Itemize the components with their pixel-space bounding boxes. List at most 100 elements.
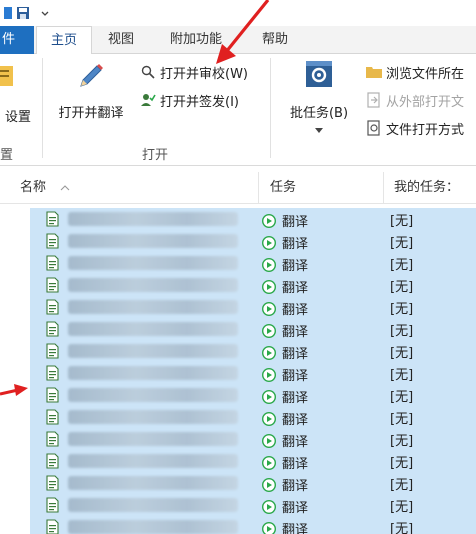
open-signoff-button[interactable]: 打开并签发(I) xyxy=(140,90,239,110)
tab-help[interactable]: 帮助 xyxy=(254,26,296,54)
play-icon xyxy=(261,213,277,228)
file-name-redacted xyxy=(68,410,238,424)
play-icon xyxy=(261,499,277,514)
my-task-cell: [无] xyxy=(390,302,414,317)
list-item[interactable]: 翻译 [无] xyxy=(30,384,476,406)
my-task-cell: [无] xyxy=(390,236,414,251)
list-item[interactable]: 翻译 [无] xyxy=(30,230,476,252)
browse-folder-label: 浏览文件所在 xyxy=(386,66,465,82)
task-cell: 翻译 xyxy=(262,519,308,534)
batch-tasks-button[interactable]: 批任务(B) xyxy=(282,60,356,138)
external-file-icon xyxy=(366,92,382,108)
my-task-cell: [无] xyxy=(390,390,414,405)
task-label: 翻译 xyxy=(282,347,309,362)
my-task-cell: [无] xyxy=(390,324,414,339)
ribbon: 设置 置 打开并翻译 打开并审校(W) 打开并签发(I) 打开 批任务(B) 浏… xyxy=(0,54,476,166)
document-icon xyxy=(46,277,59,297)
list-item[interactable]: 翻译 [无] xyxy=(30,516,476,534)
task-label: 翻译 xyxy=(282,523,309,534)
batch-tasks-label: 批任务(B) xyxy=(289,106,349,121)
task-cell: 翻译 xyxy=(261,299,308,318)
list-item[interactable]: 翻译 [无] xyxy=(30,340,476,362)
file-list: 翻译 [无] 翻译 [无] 翻译 [无] 翻译 [无] 翻译 [无] 翻译 [无] 翻译 [无] 翻译 [无]… xyxy=(0,208,476,534)
list-item[interactable]: 翻译 [无] xyxy=(30,428,476,450)
document-icon xyxy=(46,431,59,451)
play-icon xyxy=(261,389,277,404)
my-task-cell: [无] xyxy=(390,368,414,383)
list-item[interactable]: 翻译 [无] xyxy=(30,318,476,340)
open-external-button[interactable]: 从外部打开文 xyxy=(366,90,464,110)
save-icon[interactable] xyxy=(14,4,32,22)
column-task-label: 任务 xyxy=(270,180,297,195)
task-label: 翻译 xyxy=(282,413,309,428)
task-label: 翻译 xyxy=(282,457,309,472)
quick-access-dropdown-icon[interactable] xyxy=(36,4,54,22)
task-cell: 翻译 xyxy=(261,211,309,230)
sort-ascending-icon xyxy=(60,180,70,195)
my-task-cell: [无] xyxy=(390,258,414,273)
tab-addins[interactable]: 附加功能 xyxy=(162,26,230,54)
task-cell: 翻译 xyxy=(261,475,309,494)
play-icon xyxy=(261,345,277,360)
column-header-name[interactable]: 名称 xyxy=(20,172,46,204)
open-translate-button[interactable]: 打开并翻译 xyxy=(50,60,132,121)
file-name-redacted xyxy=(68,322,238,336)
list-item[interactable]: 翻译 [无] xyxy=(30,208,476,230)
task-label: 翻译 xyxy=(282,281,309,296)
task-label: 翻译 xyxy=(282,479,309,494)
open-review-button[interactable]: 打开并审校(W) xyxy=(140,62,248,82)
settings-button-label: 设置 xyxy=(4,110,31,125)
list-item[interactable]: 翻译 [无] xyxy=(30,494,476,516)
task-cell: 翻译 xyxy=(261,431,309,450)
file-name-redacted xyxy=(68,212,238,226)
open-external-label: 从外部打开文 xyxy=(386,94,465,110)
list-item[interactable]: 翻译 [无] xyxy=(30,274,476,296)
list-item[interactable]: 翻译 [无] xyxy=(30,472,476,494)
play-icon xyxy=(261,257,277,272)
tab-file[interactable]: 件 xyxy=(0,26,34,54)
task-cell: 翻译 xyxy=(261,387,308,406)
file-name-redacted xyxy=(68,520,238,534)
task-label: 翻译 xyxy=(282,215,309,230)
play-icon xyxy=(261,301,277,316)
dropdown-arrow-icon xyxy=(315,123,323,138)
list-item[interactable]: 翻译 [无] xyxy=(30,362,476,384)
folder-icon xyxy=(366,64,382,80)
list-item[interactable]: 翻译 [无] xyxy=(30,252,476,274)
list-item[interactable]: 翻译 [无] xyxy=(30,296,476,318)
document-icon xyxy=(46,233,59,253)
tab-home[interactable]: 主页 xyxy=(36,26,92,55)
column-divider[interactable] xyxy=(258,172,259,204)
document-icon xyxy=(46,409,59,429)
play-icon xyxy=(261,279,277,294)
document-icon xyxy=(46,387,59,407)
list-item[interactable]: 翻译 [无] xyxy=(30,406,476,428)
column-header-my-task[interactable]: 我的任务： xyxy=(394,172,459,204)
open-mode-button[interactable]: 文件打开方式 xyxy=(366,118,464,138)
my-task-cell: [无] xyxy=(390,346,414,361)
document-icon xyxy=(46,211,59,231)
document-icon xyxy=(46,343,59,363)
task-cell: 翻译 xyxy=(261,277,309,296)
ribbon-tab-bar: 件 主页 视图 附加功能 帮助 xyxy=(0,26,476,55)
task-cell: 翻译 xyxy=(261,343,309,362)
settings-icon xyxy=(0,60,25,96)
column-divider[interactable] xyxy=(383,172,384,204)
task-cell: 翻译 xyxy=(261,409,309,428)
list-item[interactable]: 翻译 [无] xyxy=(30,450,476,472)
column-header-task[interactable]: 任务 xyxy=(270,172,296,204)
title-bar xyxy=(0,0,476,26)
document-icon xyxy=(46,497,59,517)
document-icon xyxy=(46,475,59,495)
pencil-icon xyxy=(75,60,107,96)
task-label: 翻译 xyxy=(282,435,309,450)
play-icon xyxy=(261,477,277,492)
tab-view[interactable]: 视图 xyxy=(100,26,142,54)
browse-folder-button[interactable]: 浏览文件所在 xyxy=(366,62,464,82)
document-icon xyxy=(46,519,59,534)
file-name-redacted xyxy=(68,278,238,292)
open-translate-label: 打开并翻译 xyxy=(58,106,124,121)
play-icon xyxy=(261,411,277,426)
settings-button[interactable]: 设置 xyxy=(0,60,36,125)
play-icon xyxy=(261,367,277,382)
